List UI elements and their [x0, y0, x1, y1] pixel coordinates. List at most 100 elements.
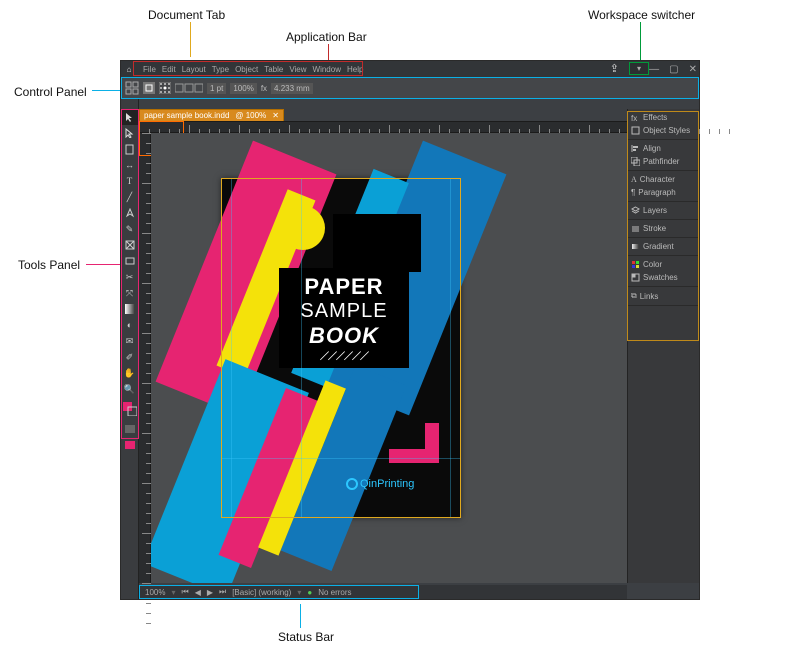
home-icon[interactable]: ⌂	[123, 63, 135, 75]
menu-table[interactable]: Table	[264, 65, 283, 74]
menu-window[interactable]: Window	[313, 65, 341, 74]
artwork-title-1: PAPER	[285, 274, 403, 300]
artwork-square-black	[333, 214, 421, 272]
maximize-icon[interactable]: ▢	[669, 64, 678, 75]
free-transform-tool[interactable]: ⤧	[121, 285, 138, 301]
document-canvas[interactable]: PAPER SAMPLE BOOK ／／／／／／ QinPrinting	[151, 133, 627, 583]
pencil-tool[interactable]: ✎	[121, 221, 138, 237]
arrow-status-bar	[300, 604, 301, 628]
artwork-hatch: ／／／／／／	[285, 349, 403, 362]
menu-view[interactable]: View	[289, 65, 306, 74]
panel-layers[interactable]: Layers	[628, 204, 699, 217]
document-tab-zoom: @ 100%	[235, 111, 266, 120]
arrow-tools-panel	[86, 264, 120, 265]
gradient-feather-tool[interactable]: ◐	[121, 317, 138, 333]
minimize-icon[interactable]: ―	[649, 64, 659, 75]
arrow-application-bar	[328, 44, 329, 60]
panel-label: Character	[640, 175, 675, 184]
first-page-icon[interactable]: ⏮	[181, 587, 188, 597]
selection-tool[interactable]	[121, 109, 138, 125]
note-tool[interactable]: ✉	[121, 333, 138, 349]
rectangle-frame-tool[interactable]	[121, 237, 138, 253]
stroke-weight-field[interactable]: 1 pt	[207, 83, 226, 94]
annotation-status-bar: Status Bar	[278, 630, 334, 644]
gap-tool[interactable]: ↔	[121, 157, 138, 173]
control-panel: 1 pt 100% fx 4.233 mm	[121, 77, 699, 99]
panel-paragraph[interactable]: ¶Paragraph	[628, 186, 699, 199]
panel-stroke[interactable]: Stroke	[628, 222, 699, 235]
status-preset[interactable]: [Basic] (working)	[232, 588, 291, 597]
normal-view-mode[interactable]	[121, 421, 138, 437]
opacity-field[interactable]: 100%	[230, 83, 256, 94]
artwork-title-2: SAMPLE	[285, 300, 403, 323]
artwork-title-block: PAPER SAMPLE BOOK ／／／／／／	[279, 268, 409, 368]
align-icons[interactable]	[175, 82, 203, 94]
document-tab-filename: paper sample book.indd	[144, 111, 229, 120]
workspace-switcher[interactable]: ▾	[629, 62, 649, 75]
next-page-icon[interactable]: ▶	[207, 588, 213, 597]
guide-left	[231, 178, 232, 518]
panel-swatches[interactable]: Swatches	[628, 271, 699, 284]
artwork-title-3: BOOK	[285, 323, 403, 349]
panel-label: Effects	[643, 113, 667, 122]
arrow-document-tab	[190, 22, 191, 57]
arrow-workspace-switcher	[640, 22, 641, 60]
window-controls: ― ▢ ✕	[649, 61, 697, 77]
type-tool[interactable]: T	[121, 173, 138, 189]
panel-color[interactable]: Color	[628, 258, 699, 271]
annotation-control-panel: Control Panel	[14, 85, 87, 99]
document-page[interactable]: PAPER SAMPLE BOOK ／／／／／／ QinPrinting	[221, 178, 461, 518]
menu-type[interactable]: Type	[212, 65, 229, 74]
direct-selection-tool[interactable]	[121, 125, 138, 141]
page-tool[interactable]	[121, 141, 138, 157]
horizontal-ruler[interactable]	[139, 121, 699, 133]
panel-pathfinder[interactable]: Pathfinder	[628, 155, 699, 168]
main-menu: File Edit Layout Type Object Table View …	[143, 65, 363, 74]
panel-label: Links	[640, 292, 659, 301]
panel-align[interactable]: Align	[628, 142, 699, 155]
fill-stroke-icon[interactable]	[143, 82, 155, 94]
panel-label: Pathfinder	[643, 157, 679, 166]
panel-links[interactable]: ⧉Links	[628, 289, 699, 303]
last-page-icon[interactable]: ⏭	[219, 587, 226, 597]
line-tool[interactable]: ╱	[121, 189, 138, 205]
guide-right	[450, 178, 451, 518]
application-window: ⌂ File Edit Layout Type Object Table Vie…	[120, 60, 700, 600]
annotation-workspace-switcher: Workspace switcher	[588, 8, 695, 22]
menu-layout[interactable]: Layout	[182, 65, 206, 74]
panel-effects[interactable]: fxEffects	[628, 111, 699, 124]
zoom-tool[interactable]: 🔍	[121, 381, 138, 397]
eyedropper-tool[interactable]: ✐	[121, 349, 138, 365]
menu-edit[interactable]: Edit	[162, 65, 176, 74]
status-bar: 100% ▾ ⏮ ◀ ▶ ⏭ [Basic] (working) ▾ ● No …	[139, 585, 627, 599]
fx-icon[interactable]: fx	[261, 84, 267, 93]
fill-stroke-tool[interactable]	[121, 397, 138, 421]
menu-help[interactable]: Help	[347, 65, 363, 74]
status-sep: ▾	[297, 588, 301, 597]
menu-file[interactable]: File	[143, 65, 156, 74]
selection-mode-icons[interactable]	[125, 81, 139, 95]
scissors-tool[interactable]: ✂	[121, 269, 138, 285]
pen-tool[interactable]	[121, 205, 138, 221]
status-errors[interactable]: No errors	[318, 588, 351, 597]
tools-panel: ↔ T ╱ ✎ ✂ ⤧ ◐ ✉ ✐ ✋ 🔍	[121, 99, 139, 599]
reference-point-icon[interactable]	[159, 82, 171, 94]
prev-page-icon[interactable]: ◀	[195, 588, 201, 597]
x-coord-field[interactable]: 4.233 mm	[271, 83, 313, 94]
close-tab-icon[interactable]: ✕	[272, 111, 279, 120]
panel-character[interactable]: ACharacter	[628, 173, 699, 186]
vertical-ruler[interactable]	[139, 133, 151, 583]
close-icon[interactable]: ✕	[689, 64, 697, 75]
preview-view-mode[interactable]	[121, 437, 138, 453]
panel-object-styles[interactable]: Object Styles	[628, 124, 699, 137]
status-zoom[interactable]: 100%	[145, 588, 165, 597]
gradient-swatch-tool[interactable]	[121, 301, 138, 317]
panel-gradient[interactable]: Gradient	[628, 240, 699, 253]
status-ok-icon: ●	[307, 588, 312, 597]
application-bar: ⌂ File Edit Layout Type Object Table Vie…	[121, 61, 699, 77]
menu-object[interactable]: Object	[235, 65, 258, 74]
share-icon[interactable]: ⇪	[610, 62, 619, 75]
hand-tool[interactable]: ✋	[121, 365, 138, 381]
panels-dock: fxEffects Object Styles Align Pathfinder…	[627, 109, 699, 583]
rectangle-tool[interactable]	[121, 253, 138, 269]
